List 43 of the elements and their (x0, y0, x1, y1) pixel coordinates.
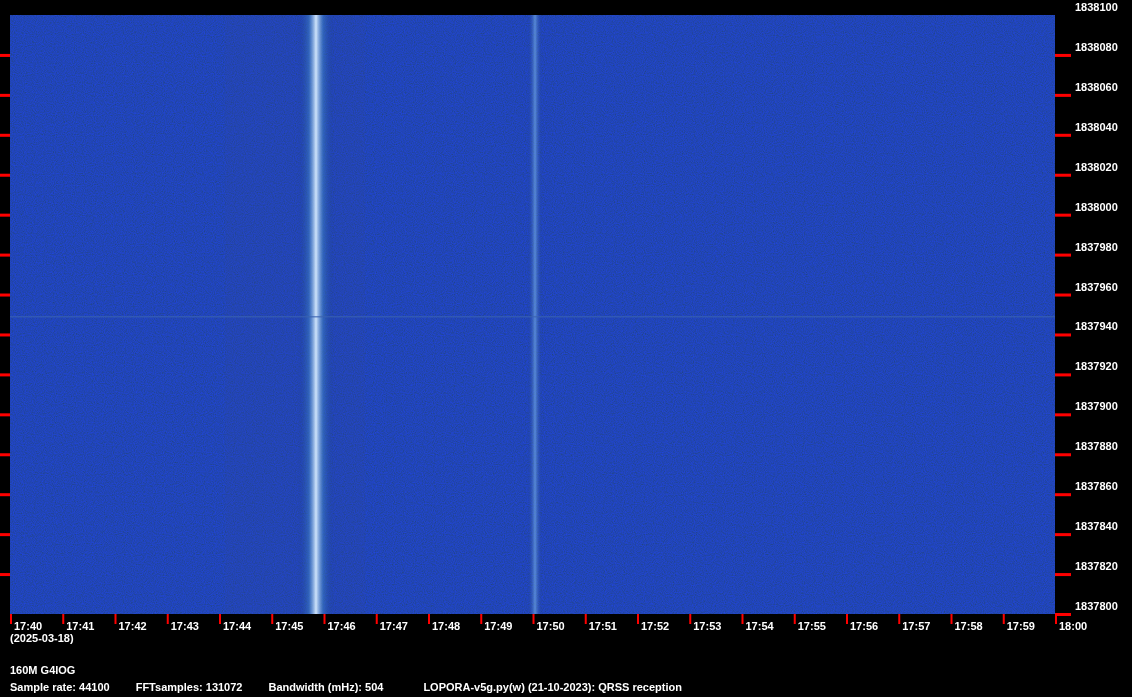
info-text: FFTsamples: 131072 (135, 681, 243, 694)
time-label: 18:00 (1059, 620, 1088, 632)
frequency-label: 1838060 (1075, 80, 1118, 93)
station-label: 160M G4IOG (9, 663, 77, 677)
frequency-label: 1837900 (1075, 400, 1118, 413)
frequency-label: 1838100 (1075, 1, 1118, 13)
time-label: 17:40 (14, 620, 43, 632)
frequency-label: 1838020 (1075, 160, 1118, 173)
date-label: (2025-03-18) (10, 632, 74, 644)
time-label: 17:59 (1006, 620, 1035, 632)
frequency-label: 1838040 (1075, 120, 1118, 133)
time-label: 17:56 (850, 620, 879, 632)
frequency-label: 1837820 (1075, 560, 1118, 573)
info-text: Bandwidth (mHz): 504 (268, 681, 384, 694)
time-label: 17:54 (745, 620, 774, 632)
time-label: 17:46 (327, 620, 356, 632)
info-text: Sample rate: 44100 (10, 681, 110, 694)
time-label: 17:44 (223, 620, 252, 632)
frequency-label: 1838000 (1075, 200, 1118, 213)
frequency-label: 1837920 (1075, 360, 1118, 373)
frequency-label: 1838080 (1075, 40, 1118, 53)
time-label: 17:55 (797, 620, 826, 632)
time-label: 17:50 (536, 620, 565, 632)
time-label: 17:47 (379, 620, 408, 632)
time-label: 17:49 (484, 620, 513, 632)
info-text: LOPORA-v5g.py(w) (21-10-2023): QRSS reception (423, 681, 682, 694)
time-label: 17:51 (588, 620, 617, 632)
time-label: 17:57 (902, 620, 931, 632)
time-label: 17:48 (432, 620, 461, 632)
frequency-label: 1837880 (1075, 440, 1118, 453)
time-label: 17:42 (118, 620, 147, 632)
frequency-label: 1837940 (1075, 320, 1118, 333)
time-label: 17:43 (170, 620, 199, 632)
time-label: 17:45 (275, 620, 304, 632)
time-label: 17:52 (641, 620, 670, 632)
frequency-label: 1837860 (1075, 480, 1118, 493)
frequency-label: 1837980 (1075, 240, 1118, 253)
time-label: 17:58 (954, 620, 983, 632)
frequency-label: 1837840 (1075, 520, 1118, 533)
frequency-label: 1837800 (1075, 600, 1118, 612)
time-label: 17:53 (693, 620, 722, 632)
frequency-label: 1837960 (1075, 280, 1118, 293)
time-label: 17:41 (66, 620, 95, 632)
